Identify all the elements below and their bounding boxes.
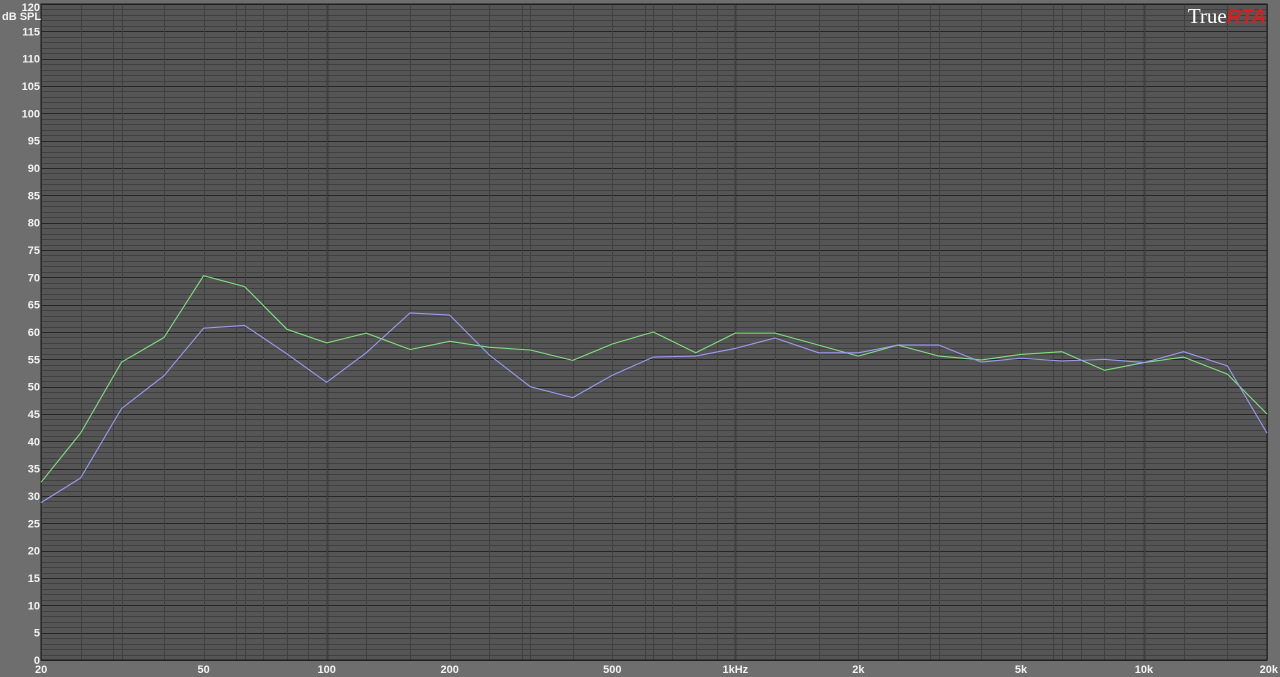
x-tick-label: 5k — [1015, 664, 1028, 676]
y-tick-label: 30 — [28, 491, 40, 503]
y-tick-label: 70 — [28, 272, 40, 284]
logo-main-text: True — [1188, 4, 1227, 28]
y-tick-label: 100 — [22, 108, 40, 120]
logo-accent-text: RTA — [1227, 6, 1266, 28]
y-tick-label: 50 — [28, 382, 40, 394]
y-tick-label: 20 — [28, 546, 40, 558]
x-tick-label: 200 — [440, 664, 458, 676]
y-tick-label: 15 — [28, 573, 40, 585]
y-tick-label: 110 — [22, 54, 40, 66]
x-tick-label: 500 — [603, 664, 621, 676]
y-tick-label: 105 — [22, 81, 40, 93]
y-tick-label: 40 — [28, 436, 40, 448]
y-tick-label: 10 — [28, 600, 40, 612]
x-tick-label: 10k — [1135, 664, 1154, 676]
rta-chart: 0510152025303540455055606570758085909510… — [0, 0, 1280, 677]
y-tick-label: 45 — [28, 409, 40, 421]
y-tick-label: 60 — [28, 327, 40, 339]
y-tick-label: 65 — [28, 300, 40, 312]
y-tick-label: 90 — [28, 163, 40, 175]
x-tick-label: 20k — [1260, 664, 1279, 676]
y-tick-label: 35 — [28, 464, 40, 476]
x-tick-label: 1kHz — [722, 664, 748, 676]
x-tick-label: 50 — [197, 664, 209, 676]
y-tick-label: 85 — [28, 190, 40, 202]
y-tick-label: 5 — [34, 628, 40, 640]
y-tick-label: 80 — [28, 218, 40, 230]
y-tick-label: 75 — [28, 245, 40, 257]
y-tick-label: 25 — [28, 518, 40, 530]
y-tick-label: 115 — [22, 26, 40, 38]
y-tick-label: 55 — [28, 354, 40, 366]
x-tick-label: 100 — [317, 664, 335, 676]
x-tick-label: 20 — [35, 664, 47, 676]
y-axis-label: dB SPL — [2, 11, 41, 23]
x-tick-label: 2k — [852, 664, 865, 676]
truerta-logo: TrueRTA — [1188, 4, 1266, 28]
y-tick-label: 95 — [28, 136, 40, 148]
